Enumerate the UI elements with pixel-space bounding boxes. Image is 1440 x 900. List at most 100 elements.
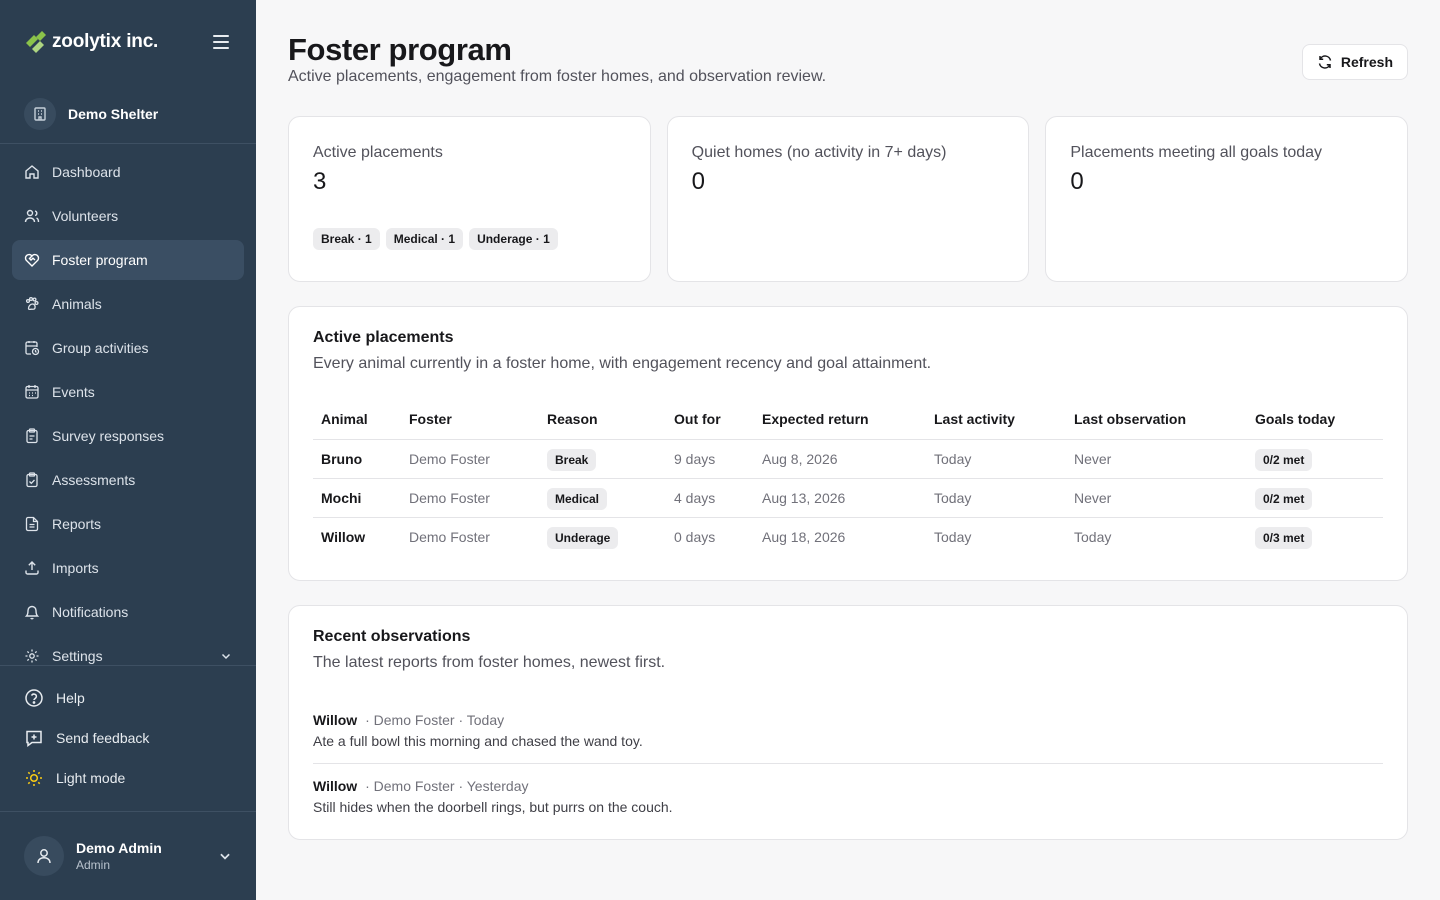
observation-meta: · Demo Foster · Yesterday	[365, 778, 529, 794]
nav-label: Events	[52, 384, 95, 400]
cell-animal[interactable]: Bruno	[313, 439, 401, 479]
nav-item-assessments[interactable]: Assessments	[12, 460, 244, 500]
sun-icon	[26, 770, 42, 786]
menu-toggle-icon[interactable]	[210, 31, 232, 53]
reason-chips: Break · 1 Medical · 1 Underage · 1	[313, 228, 626, 250]
nav-item-volunteers[interactable]: Volunteers	[12, 196, 244, 236]
column-header[interactable]: Foster	[401, 399, 539, 440]
main-nav: Dashboard Volunteers Foster program Anim…	[0, 144, 256, 665]
clipboard-icon	[26, 428, 38, 444]
cell-out-for: 0 days	[674, 528, 716, 545]
org-name: Demo Shelter	[68, 105, 159, 122]
table-header-row: Animal Foster Reason Out for Expected re…	[313, 399, 1383, 440]
table-row[interactable]: Willow Demo Foster Underage 0 days Aug 1…	[313, 517, 1383, 556]
nav-item-notifications[interactable]: Notifications	[12, 592, 244, 632]
stat-label: Active placements	[313, 144, 443, 161]
column-header[interactable]: Reason	[539, 399, 666, 440]
observation-item[interactable]: Willow · Demo Foster · Yesterday Still h…	[313, 764, 1383, 815]
paw-icon	[25, 296, 39, 311]
cell-last-observation: Never	[1066, 439, 1247, 479]
table-row[interactable]: Mochi Demo Foster Medical 4 days Aug 13,…	[313, 478, 1383, 518]
cell-animal[interactable]: Mochi	[313, 478, 401, 518]
observation-animal: Willow	[313, 778, 358, 794]
column-header[interactable]: Goals today	[1247, 399, 1383, 440]
file-text-icon	[25, 516, 39, 532]
nav-item-survey-responses[interactable]: Survey responses	[12, 416, 244, 456]
nav-item-reports[interactable]: Reports	[12, 504, 244, 544]
help-label: Help	[56, 690, 85, 706]
message-plus-icon	[26, 730, 42, 747]
heart-handshake-icon	[24, 253, 40, 267]
nav-item-dashboard[interactable]: Dashboard	[12, 152, 244, 192]
reason-chip: Medical · 1	[385, 228, 464, 250]
nav-label: Volunteers	[52, 208, 119, 224]
stat-card-goals-met: Placements meeting all goals today 0	[1045, 116, 1409, 282]
reason-badge: Break	[547, 448, 597, 471]
stat-label: Placements meeting all goals today	[1070, 144, 1323, 161]
column-header[interactable]: Out for	[666, 399, 754, 440]
help-link[interactable]: Help	[12, 678, 244, 718]
chevron-down-icon	[220, 853, 230, 860]
cell-last-activity: Today	[926, 439, 1066, 479]
cell-last-observation: Never	[1066, 478, 1247, 518]
table-row[interactable]: Bruno Demo Foster Break 9 days Aug 8, 20…	[313, 439, 1383, 479]
cell-animal[interactable]: Willow	[313, 517, 401, 556]
nav-label: Assessments	[52, 472, 136, 488]
refresh-label: Refresh	[1340, 54, 1393, 70]
nav-label: Group activities	[52, 340, 149, 356]
cell-goals: 0/2 met	[1247, 478, 1383, 518]
stat-label: Quiet homes (no activity in 7+ days)	[691, 144, 947, 161]
stat-card-quiet-homes: Quiet homes (no activity in 7+ days) 0	[666, 116, 1030, 282]
nav-item-foster-program[interactable]: Foster program	[12, 240, 244, 280]
active-placements-panel: Active placements Every animal currently…	[288, 306, 1408, 581]
goals-badge: 0/2 met	[1255, 448, 1313, 471]
calendar-clock-icon	[25, 341, 40, 356]
cell-foster: Demo Foster	[401, 478, 539, 518]
cell-out-for: 9 days	[666, 439, 754, 479]
column-header[interactable]: Last activity	[926, 399, 1066, 440]
recent-observations-panel: Recent observations The latest reports f…	[288, 605, 1408, 840]
observation-text: Still hides when the doorbell rings, but…	[313, 799, 673, 815]
page-subtitle: Active placements, engagement from foste…	[288, 68, 827, 85]
sidebar-footer-links: Help Send feedback Light mode	[0, 665, 256, 811]
observation-item[interactable]: Willow · Demo Foster · Today Ate a full …	[313, 698, 1383, 764]
observation-meta: · Demo Foster · Today	[365, 712, 505, 728]
reason-badge: Medical	[547, 487, 608, 510]
nav-item-events[interactable]: Events	[12, 372, 244, 412]
observation-animal: Willow	[313, 712, 358, 728]
upload-icon	[25, 561, 39, 575]
help-circle-icon	[25, 689, 43, 707]
nav-item-imports[interactable]: Imports	[12, 548, 244, 588]
page-title: Foster program	[288, 32, 512, 67]
org-switcher[interactable]: Demo Shelter	[0, 84, 256, 144]
stat-value: 0	[691, 168, 706, 195]
goals-badge: 0/3 met	[1255, 526, 1313, 549]
send-feedback-link[interactable]: Send feedback	[12, 718, 244, 758]
reason-chip: Underage · 1	[469, 228, 558, 250]
nav-item-group-activities[interactable]: Group activities	[12, 328, 244, 368]
nav-item-settings[interactable]: Settings	[12, 636, 244, 665]
column-header[interactable]: Animal	[313, 399, 401, 440]
placements-table: Animal Foster Reason Out for Expected re…	[313, 399, 1383, 556]
feedback-label: Send feedback	[56, 730, 150, 746]
logo[interactable]: zoolytix inc.	[24, 31, 158, 53]
cell-last-observation: Today	[1074, 528, 1112, 545]
chevron-down-icon	[221, 653, 231, 660]
nav-label: Reports	[52, 516, 102, 532]
user-menu[interactable]: Demo Admin Admin	[0, 811, 256, 900]
cell-reason: Break	[539, 439, 666, 479]
column-header[interactable]: Expected return	[754, 399, 926, 440]
nav-item-animals[interactable]: Animals	[12, 284, 244, 324]
panel-title: Recent observations	[313, 628, 471, 645]
users-icon	[24, 209, 40, 223]
theme-toggle[interactable]: Light mode	[12, 758, 244, 798]
nav-label: Notifications	[52, 604, 129, 620]
panel-subtitle: The latest reports from foster homes, ne…	[313, 654, 666, 671]
reason-badge: Underage	[547, 526, 619, 549]
cell-reason: Underage	[539, 517, 666, 556]
column-header[interactable]: Last observation	[1066, 399, 1247, 440]
refresh-button[interactable]: Refresh	[1301, 44, 1408, 80]
sidebar: zoolytix inc. Demo Shelter Dashboard Vol…	[0, 0, 256, 900]
nav-label: Dashboard	[52, 164, 121, 180]
gear-icon	[25, 649, 39, 663]
